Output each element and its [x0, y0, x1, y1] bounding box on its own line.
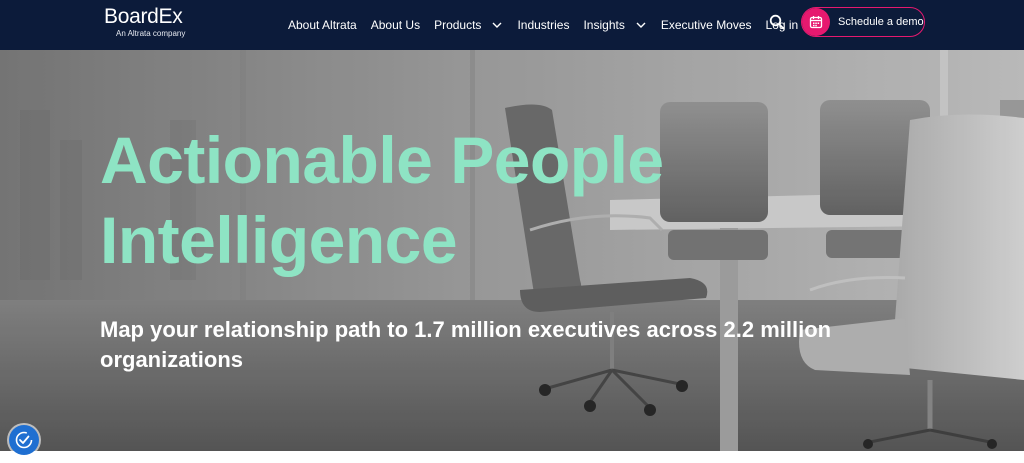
nav-item-industries[interactable]: Industries [517, 18, 569, 32]
nav-item-products[interactable]: Products [434, 18, 503, 32]
hero-title-line-2: Intelligence [100, 203, 458, 277]
search-icon[interactable] [769, 14, 785, 30]
page-footer-strip [0, 451, 1024, 463]
nav-item-executive-moves[interactable]: Executive Moves [661, 18, 752, 32]
nav-item-about-us[interactable]: About Us [371, 18, 420, 32]
hero-section: Actionable People Intelligence Map your … [0, 50, 1024, 451]
main-menu: About Altrata About Us Products Industri… [288, 0, 812, 50]
logo-tagline: An Altrata company [116, 29, 186, 38]
hero-subtitle-line-1: Map your relationship path to 1.7 millio… [100, 317, 832, 342]
nav-item-label: Insights [583, 18, 625, 32]
hero-subtitle-line-2: organizations [100, 347, 244, 372]
nav-item-label: Industries [517, 18, 570, 32]
nav-item-label: Executive Moves [660, 18, 752, 32]
hero-title: Actionable People Intelligence [100, 120, 860, 280]
boardex-logo[interactable]: BoardEx An Altrata company [104, 5, 186, 39]
consent-check-icon [15, 431, 33, 449]
privacy-consent-button[interactable] [9, 425, 39, 455]
top-navigation: BoardEx An Altrata company About Altrata… [0, 0, 1024, 50]
schedule-demo-label: Schedule a demo [838, 16, 924, 28]
nav-item-label: Products [434, 18, 482, 32]
logo-wordmark: BoardEx [104, 5, 183, 28]
chevron-down-icon [492, 22, 502, 28]
nav-item-label: About Us [370, 18, 421, 32]
nav-item-about-altrata[interactable]: About Altrata [288, 18, 357, 32]
nav-item-label: About Altrata [288, 18, 357, 32]
schedule-demo-button[interactable]: Schedule a demo [801, 7, 925, 37]
calendar-icon [802, 8, 830, 36]
chevron-down-icon [636, 22, 646, 28]
hero-title-line-1: Actionable People [100, 123, 664, 197]
hero-subtitle: Map your relationship path to 1.7 millio… [100, 315, 880, 375]
nav-item-insights[interactable]: Insights [583, 18, 646, 32]
